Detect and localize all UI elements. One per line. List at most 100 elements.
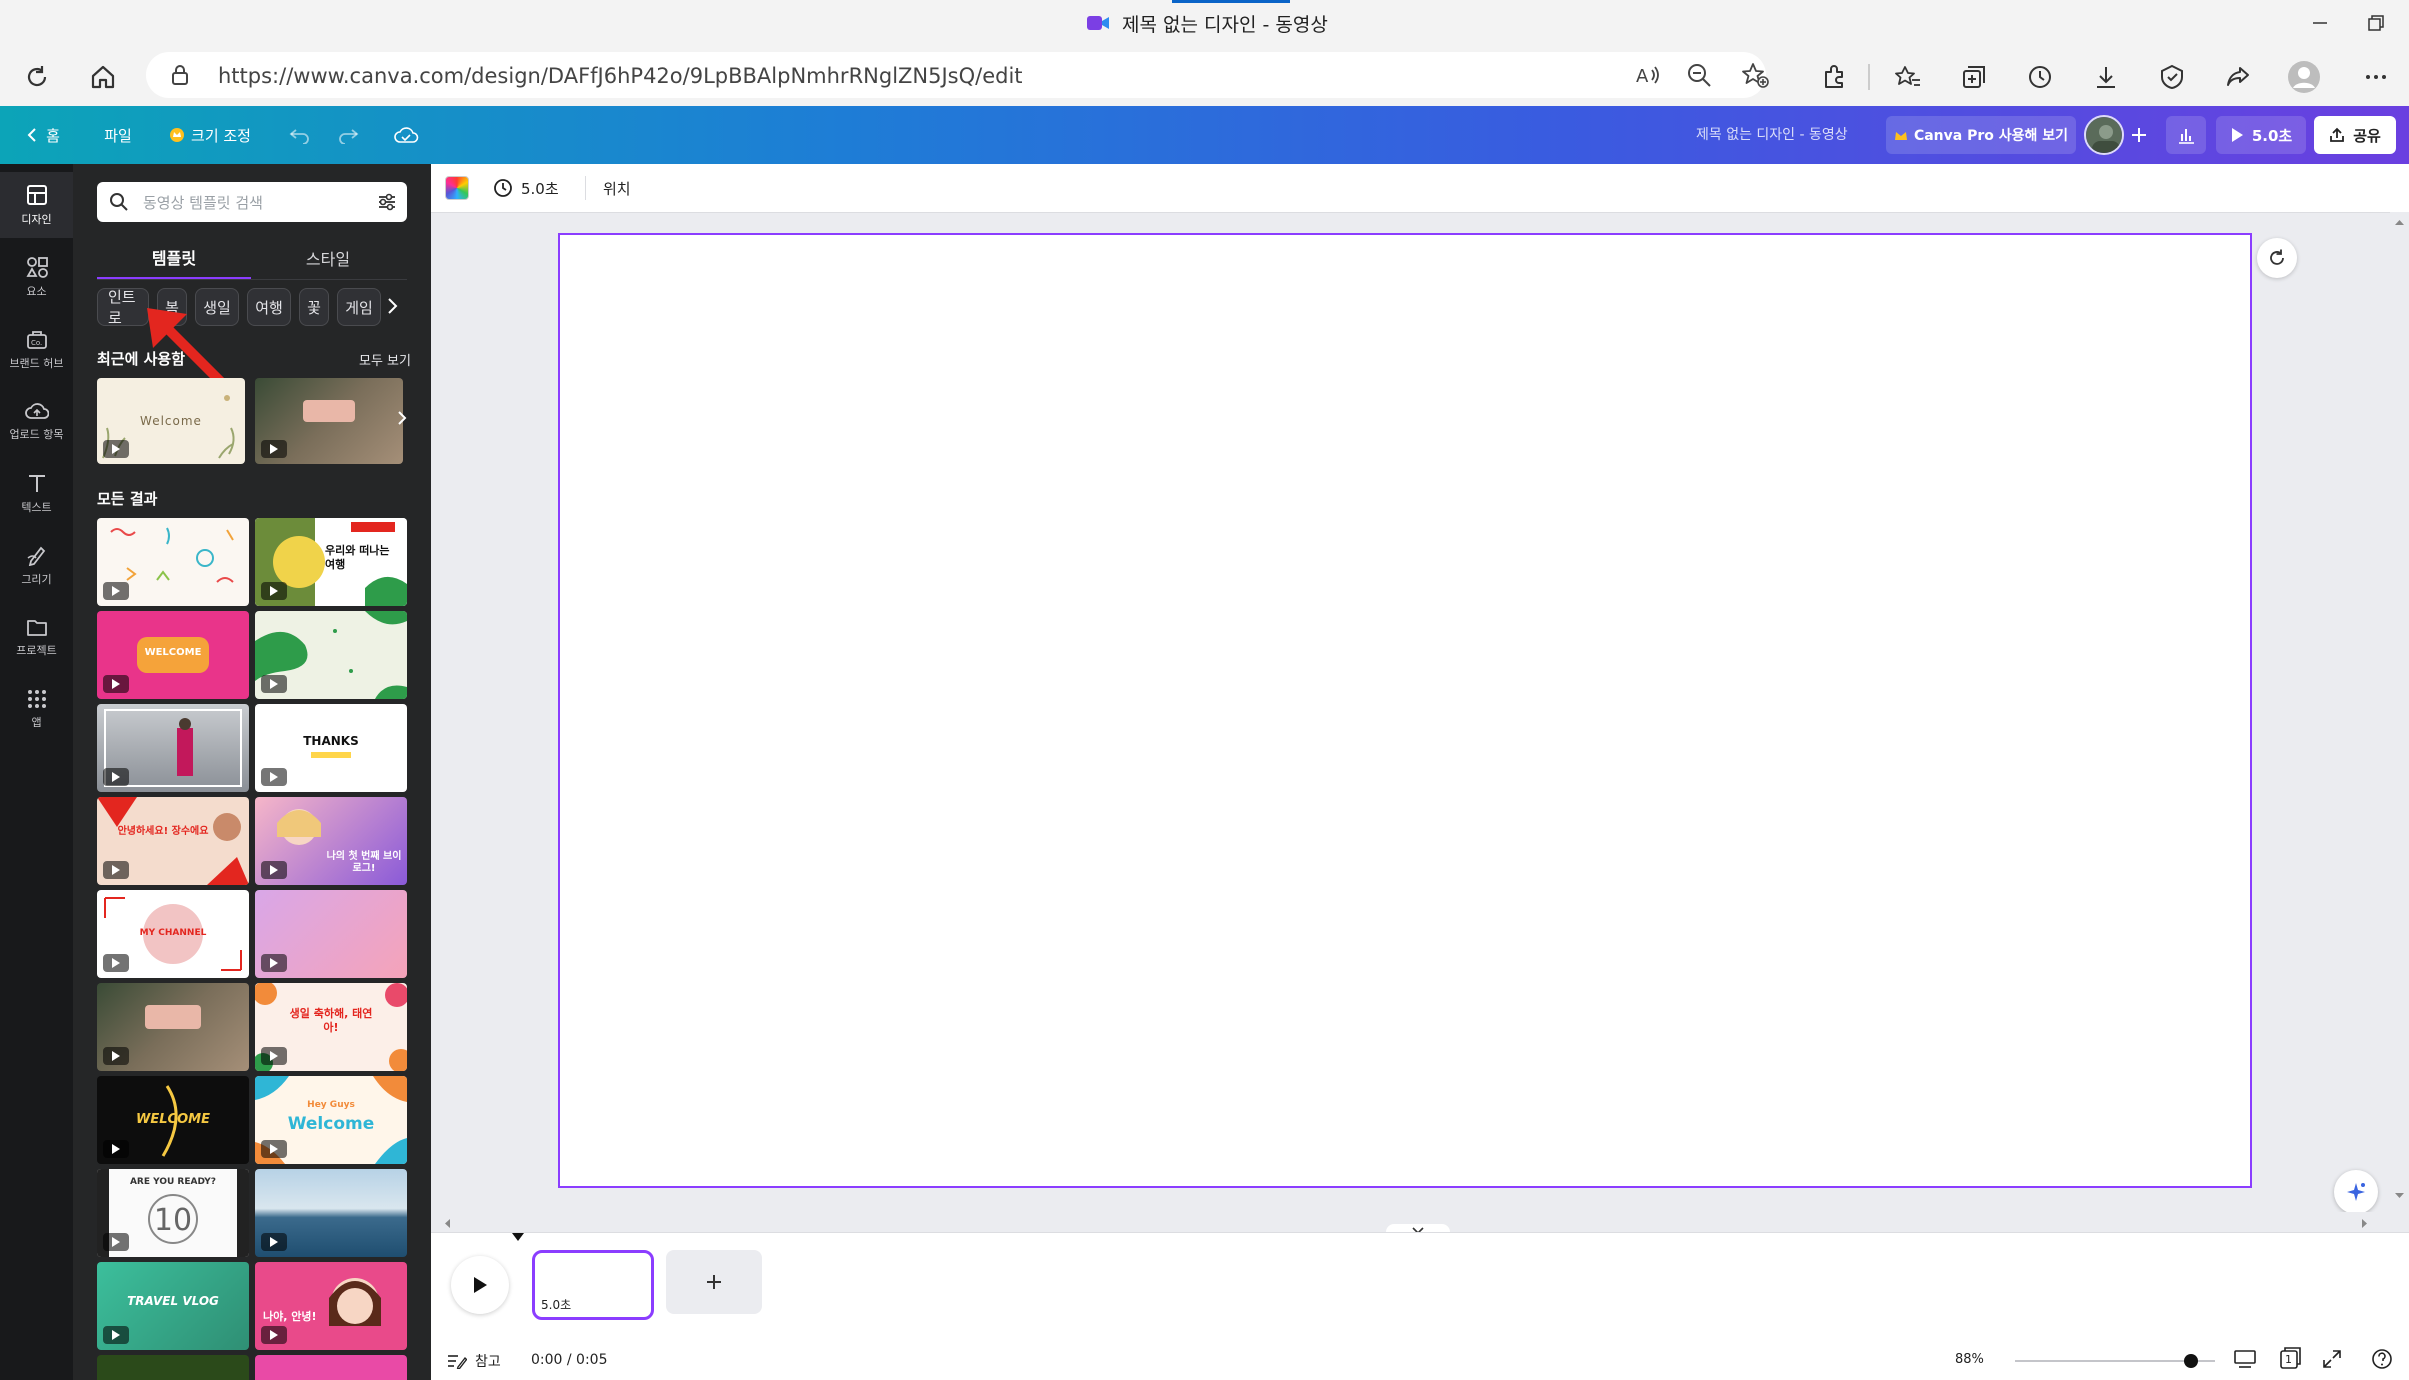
rail-item-brand-hub[interactable]: Co. 브랜드 허브 xyxy=(0,316,73,382)
grid-view-icon[interactable] xyxy=(2233,1348,2257,1370)
tab-templates[interactable]: 템플릿 xyxy=(97,236,251,280)
zoom-out-icon[interactable] xyxy=(1686,62,1712,88)
zoom-slider[interactable] xyxy=(2015,1354,2215,1368)
magic-assistant-icon[interactable] xyxy=(2334,1170,2378,1214)
share-page-icon[interactable] xyxy=(2220,59,2256,95)
read-aloud-icon[interactable]: A xyxy=(1634,62,1662,88)
template-thanks[interactable]: THANKS xyxy=(255,704,407,792)
recent-template-vlog[interactable] xyxy=(255,378,403,464)
chip-travel[interactable]: 여행 xyxy=(247,288,291,326)
template-travel-vlog[interactable]: TRAVEL VLOG xyxy=(97,1262,249,1350)
see-all-link[interactable]: 모두 보기 xyxy=(359,350,411,369)
recent-template-welcome[interactable]: Welcome xyxy=(97,378,245,464)
restore-icon[interactable] xyxy=(2352,4,2400,42)
cloud-save-icon[interactable] xyxy=(386,116,426,154)
browser-essentials-icon[interactable] xyxy=(2154,59,2190,95)
page-count-button[interactable]: 1 xyxy=(2279,1346,2303,1370)
collections-icon[interactable] xyxy=(1956,59,1992,95)
redo-icon[interactable] xyxy=(328,116,368,154)
lock-icon[interactable] xyxy=(170,64,190,86)
rail-label: 프로젝트 xyxy=(16,643,57,657)
timeline-clip[interactable]: 5.0초 xyxy=(532,1250,654,1320)
share-button[interactable]: 공유 xyxy=(2314,116,2396,154)
template-vlog-outdoor[interactable] xyxy=(97,983,249,1071)
window-title: 제목 없는 디자인 - 동영상 xyxy=(1086,10,1328,36)
template-welcome-badge[interactable]: WELCOME xyxy=(97,611,249,699)
color-picker-icon[interactable] xyxy=(445,176,469,200)
refresh-icon[interactable] xyxy=(16,56,58,98)
downloads-icon[interactable] xyxy=(2088,59,2124,95)
canvas-vertical-scrollbar[interactable] xyxy=(2390,212,2409,1232)
favorites-icon[interactable] xyxy=(1890,59,1926,95)
position-button[interactable]: 위치 xyxy=(603,178,631,199)
notes-button[interactable]: 참고 xyxy=(447,1350,501,1372)
template-sea-sunset[interactable] xyxy=(255,1169,407,1257)
chip-flower[interactable]: 꽃 xyxy=(299,288,329,326)
design-page[interactable] xyxy=(558,233,2252,1188)
history-icon[interactable] xyxy=(2022,59,2058,95)
template-partial-1[interactable] xyxy=(97,1355,249,1380)
try-canva-pro-button[interactable]: Canva Pro 사용해 보기 xyxy=(1886,116,2076,154)
collaborator-avatar[interactable] xyxy=(2084,115,2124,155)
add-collaborator-icon[interactable] xyxy=(2124,116,2154,154)
zoom-slider-thumb[interactable] xyxy=(2184,1354,2198,1368)
template-welcome-gold[interactable]: WELCOME xyxy=(97,1076,249,1164)
template-pastel-gradient[interactable] xyxy=(255,890,407,978)
timeline-play-button[interactable] xyxy=(451,1256,509,1314)
template-partial-2[interactable] xyxy=(255,1355,407,1380)
chip-intro[interactable]: 인트로 xyxy=(97,288,149,327)
home-icon[interactable] xyxy=(82,56,124,98)
template-search[interactable] xyxy=(97,182,407,224)
rail-item-apps[interactable]: 앱 xyxy=(0,676,73,742)
design-title[interactable]: 제목 없는 디자인 - 동영상 xyxy=(1696,124,1848,144)
template-countdown[interactable]: ARE YOU READY? 10 xyxy=(97,1169,249,1257)
add-favorite-icon[interactable] xyxy=(1740,61,1770,89)
insights-icon[interactable] xyxy=(2166,116,2206,154)
rail-item-elements[interactable]: 요소 xyxy=(0,244,73,310)
chevron-right-icon[interactable] xyxy=(397,410,407,426)
template-birthday-ko[interactable]: 생일 축하해, 태연아! xyxy=(255,983,407,1071)
fullscreen-icon[interactable] xyxy=(2321,1348,2343,1370)
search-input[interactable] xyxy=(141,182,365,224)
page-number: 1 xyxy=(2285,1353,2292,1366)
rail-item-design[interactable]: 디자인 xyxy=(0,172,73,238)
url-text[interactable]: https://www.canva.com/design/DAFfJ6hP42o… xyxy=(218,64,1023,88)
template-vlog-ko[interactable]: 나의 첫 번째 브이로그! xyxy=(255,797,407,885)
rail-item-projects[interactable]: 프로젝트 xyxy=(0,604,73,670)
template-travel-ko[interactable]: 우리와 떠나는 여행 xyxy=(255,518,407,606)
template-hi-ko[interactable]: 나야, 안녕! xyxy=(255,1262,407,1350)
play-button[interactable]: 5.0초 xyxy=(2216,116,2306,154)
template-street-photo[interactable] xyxy=(97,704,249,792)
address-bar[interactable]: https://www.canva.com/design/DAFfJ6hP42o… xyxy=(146,52,1769,98)
template-hello-ko[interactable]: 안녕하세요! 장수에요 xyxy=(97,797,249,885)
tab-styles[interactable]: 스타일 xyxy=(251,236,405,280)
rail-item-draw[interactable]: 그리기 xyxy=(0,532,73,598)
minimize-icon[interactable] xyxy=(2296,4,2344,42)
zoom-percent[interactable]: 88% xyxy=(1955,1352,1984,1367)
profile-avatar[interactable] xyxy=(2286,59,2322,95)
rail-item-text[interactable]: 텍스트 xyxy=(0,460,73,526)
help-icon[interactable] xyxy=(2371,1348,2393,1370)
play-icon xyxy=(103,675,129,693)
add-page-button[interactable] xyxy=(666,1250,762,1314)
canva-video-icon xyxy=(1086,13,1110,33)
template-my-channel[interactable]: MY CHANNEL xyxy=(97,890,249,978)
resize-button[interactable]: 크기 조정 xyxy=(160,116,260,154)
playhead-marker[interactable] xyxy=(511,1232,525,1242)
undo-icon[interactable] xyxy=(280,116,320,154)
chevron-right-icon[interactable] xyxy=(385,296,399,316)
template-confetti[interactable] xyxy=(97,518,249,606)
home-button[interactable]: 홈 xyxy=(14,116,72,154)
refresh-page-icon[interactable] xyxy=(2257,238,2297,278)
duration-button[interactable]: 5.0초 xyxy=(493,174,559,202)
play-icon xyxy=(103,1047,129,1065)
template-green-blobs[interactable] xyxy=(255,611,407,699)
extensions-icon[interactable] xyxy=(1816,59,1852,95)
more-options-icon[interactable] xyxy=(2358,59,2394,95)
play-icon xyxy=(261,768,287,786)
file-menu-button[interactable]: 파일 xyxy=(90,116,146,154)
filter-icon[interactable] xyxy=(377,192,397,212)
chip-game[interactable]: 게임 xyxy=(337,288,381,326)
rail-item-uploads[interactable]: 업로드 항목 xyxy=(0,388,73,454)
template-hey-guys[interactable]: Hey Guys Welcome xyxy=(255,1076,407,1164)
